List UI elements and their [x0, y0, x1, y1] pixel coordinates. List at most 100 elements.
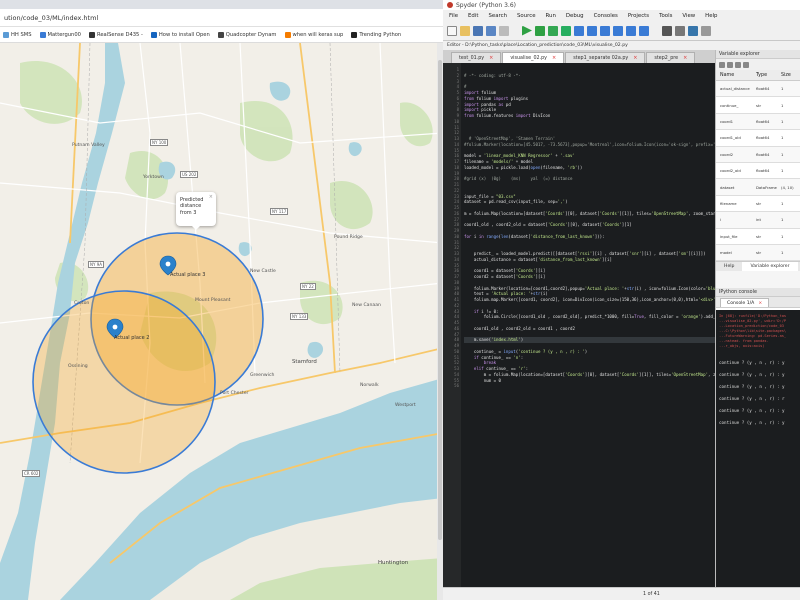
bookmark[interactable]: HH SMS [3, 31, 32, 38]
editor-tab-label: step2_pre [654, 55, 679, 61]
save-icon[interactable] [473, 25, 483, 36]
maximize-pane-icon[interactable] [662, 25, 672, 36]
new-file-icon[interactable] [447, 25, 457, 36]
menu-item-run[interactable]: Run [546, 13, 556, 19]
save-all-icon[interactable] [486, 25, 496, 36]
code-line[interactable] [464, 383, 715, 389]
var-name: coord1 [720, 118, 734, 124]
code-line[interactable]: folium.map.Marker([coord1, coord2], icon… [464, 297, 715, 303]
var-size: 1 [781, 151, 784, 157]
table-row[interactable]: coord2_old float64 1 [716, 162, 800, 180]
bookmark-favicon-icon [217, 31, 224, 38]
table-row[interactable]: coord1_old float64 1 [716, 130, 800, 147]
editor-tab[interactable]: visualise_02.py × [502, 52, 565, 63]
browser-scrollbar-thumb[interactable] [438, 60, 442, 540]
table-row[interactable]: model str 1 [716, 244, 800, 262]
var-type: str [756, 233, 762, 239]
menu-item-edit[interactable]: Edit [468, 13, 478, 19]
step-return-icon[interactable] [613, 25, 623, 36]
table-row[interactable]: i int 1 [716, 212, 800, 229]
editor-tab[interactable]: test_01.py × [451, 52, 502, 63]
col-name[interactable]: Name [716, 70, 756, 80]
menu-item-search[interactable]: Search [488, 13, 507, 19]
import-data-icon[interactable] [719, 61, 725, 68]
save-data-icon[interactable] [727, 61, 733, 68]
close-icon[interactable]: × [758, 301, 762, 306]
python-path-icon[interactable] [688, 25, 698, 36]
editor-tab[interactable]: step2_pre × [646, 52, 696, 63]
debug-icon[interactable] [574, 25, 584, 36]
var-name: continue_ [720, 102, 739, 108]
bookmark-favicon-icon [351, 31, 358, 38]
code-line[interactable]: m = folium.Map(location=[dataset['Coords… [464, 372, 715, 378]
bookmark-label: Quadcopter Dynam [225, 31, 277, 38]
close-icon[interactable]: × [633, 55, 637, 61]
bookmark[interactable]: Quadcopter Dynam [217, 31, 277, 38]
wrench-icon[interactable] [701, 25, 711, 36]
stop-debug-icon[interactable] [639, 25, 649, 36]
step-into-icon[interactable] [600, 25, 610, 36]
var-type: str [756, 250, 762, 256]
bookmark[interactable]: Trending Python [351, 31, 401, 38]
spyder-toolbar [443, 21, 800, 41]
table-row[interactable]: input_file str 1 [716, 228, 800, 245]
code-editor[interactable]: 1 2 3 4 5 6 7 8 9 10 11 12 13 14 15 16 17 18 19 20 21 22 23 24 2… [443, 63, 715, 587]
bookmark[interactable]: when will keras sup [284, 31, 343, 38]
menu-item-consoles[interactable]: Consoles [594, 13, 618, 19]
preferences-icon[interactable] [675, 25, 685, 36]
tab-help[interactable]: Help [716, 262, 742, 271]
code-lines[interactable]: # -*- coding: utf-8 -*- # import folium fr… [461, 63, 715, 587]
popup-close-icon[interactable]: × [209, 194, 213, 200]
line-number: 56 [454, 383, 459, 389]
close-icon[interactable]: × [489, 55, 493, 61]
address-bar[interactable]: ution/code_03/ML/index.html [4, 14, 98, 22]
code-line[interactable]: m = folium.Map(location=[dataset['Coords… [464, 211, 715, 217]
var-name: i [720, 217, 722, 223]
run-icon[interactable] [522, 25, 532, 36]
bookmark-label: RealSense D435 - [96, 31, 143, 38]
run-cell-advance-icon[interactable] [548, 25, 558, 36]
var-size: 1 [781, 217, 784, 223]
open-file-icon[interactable] [460, 25, 470, 36]
table-row[interactable]: dataset DataFrame (4, 10) [716, 179, 800, 196]
bookmark[interactable]: RealSense D435 - [88, 31, 143, 38]
run-selection-icon[interactable] [561, 25, 571, 36]
map-view[interactable] [0, 43, 443, 600]
menu-item-debug[interactable]: Debug [566, 13, 584, 19]
bookmark-favicon-icon [3, 31, 9, 38]
console-prompt-line: continue ? (y , n , r) : y [719, 408, 785, 413]
print-icon[interactable] [499, 25, 509, 36]
menu-item-view[interactable]: View [682, 13, 695, 19]
run-cell-icon[interactable] [535, 25, 545, 36]
console-tab[interactable]: Console 1/A × [720, 298, 770, 307]
bookmark[interactable]: Mattergun00 [39, 31, 81, 38]
editor-tab[interactable]: step1_separate 02a.py × [565, 52, 646, 63]
menu-item-source[interactable]: Source [517, 13, 536, 19]
code-line[interactable]: folium.Circle([coord1_old , coord2_old],… [464, 314, 715, 320]
menu-item-projects[interactable]: Projects [628, 13, 649, 19]
menu-item-help[interactable]: Help [705, 13, 717, 19]
table-row[interactable]: actual_distance float64 1 [716, 81, 800, 98]
col-type[interactable]: Type [756, 70, 781, 80]
save-data-as-icon[interactable] [735, 61, 741, 68]
close-icon[interactable]: × [552, 55, 556, 61]
col-size[interactable]: Size [781, 70, 800, 80]
table-row[interactable]: filename str 1 [716, 195, 800, 213]
step-icon[interactable] [587, 25, 597, 36]
close-icon[interactable]: × [683, 55, 687, 61]
menu-item-tools[interactable]: Tools [659, 13, 672, 19]
menu-item-file[interactable]: File [449, 13, 458, 19]
tab-variable-explorer[interactable]: Variable explorer [742, 262, 798, 272]
var-size: 1 [781, 168, 784, 174]
console-output[interactable]: In [68]: runfile('D:/Python_tas ...visual… [716, 310, 800, 587]
continue-icon[interactable] [626, 25, 636, 36]
bookmark[interactable]: How to install Open [150, 31, 210, 38]
code-line[interactable]: #folium.Marker(location=[45.5017, -73.56… [464, 142, 715, 148]
table-row[interactable]: coord2 float64 1 [716, 146, 800, 163]
table-row[interactable]: coord1 float64 1 [716, 113, 800, 131]
table-row[interactable]: continue_ str 1 [716, 97, 800, 114]
route-shield: NY 9A [88, 261, 104, 268]
console-prompt-line: continue ? (y , n , r) : y [719, 360, 785, 365]
map-popup[interactable]: × Predicted distance from 3 [176, 192, 216, 230]
remove-all-icon[interactable] [743, 61, 749, 68]
